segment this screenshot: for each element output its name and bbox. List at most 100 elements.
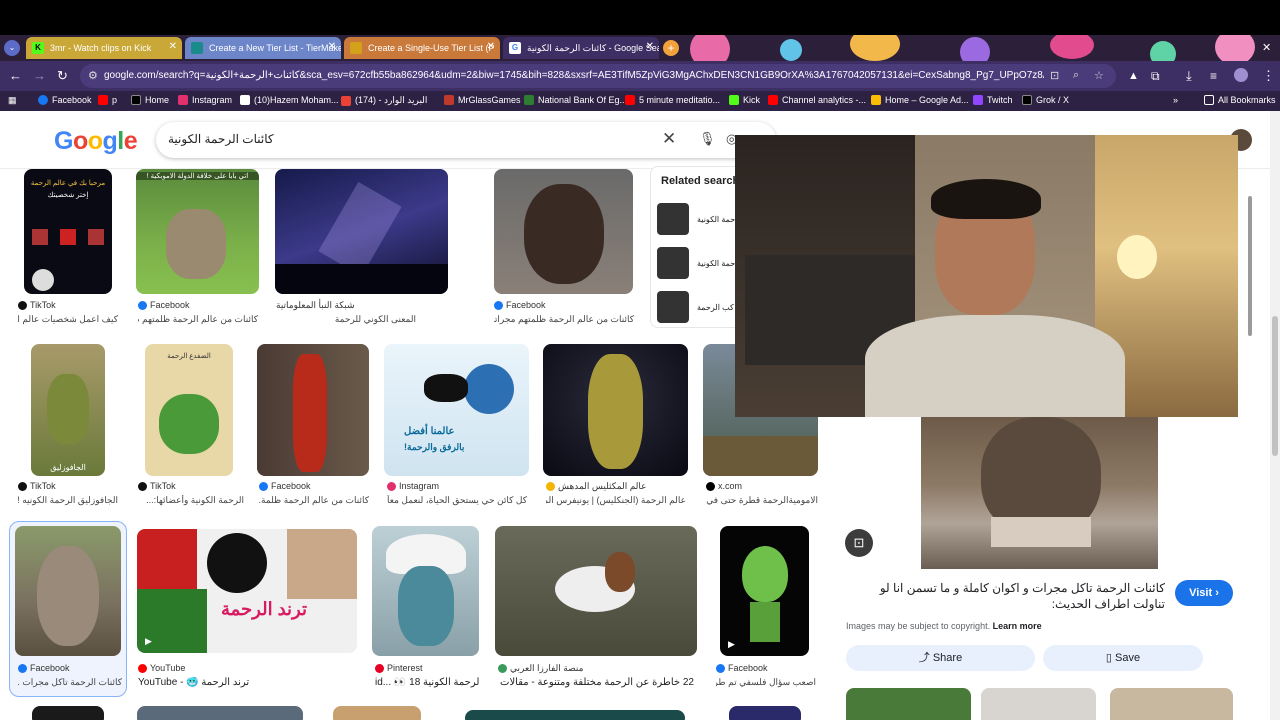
result-thumb-6[interactable]: الضفدع الرحمة — [145, 344, 233, 476]
panel-scrollbar[interactable] — [1246, 190, 1254, 710]
result-thumb-11[interactable] — [15, 526, 121, 656]
result-title[interactable]: كائنات من عالم الرحمة ظلمتهم مجراته... — [494, 314, 634, 325]
bookmark-twitch[interactable]: Twitch — [973, 95, 1013, 105]
bookmark-kick[interactable]: Kick — [729, 95, 760, 105]
result-thumb-9[interactable] — [543, 344, 688, 476]
bookmark-home[interactable]: Home — [131, 95, 169, 105]
preview-title[interactable]: كائنات الرحمة تاكل مجرات و اكوان كاملة و… — [845, 580, 1165, 612]
omnibox[interactable]: ⚙ google.com/search?q=كائنات+الرحمة+الكو… — [80, 64, 1116, 88]
result-thumb-14[interactable] — [495, 526, 697, 656]
close-tab-icon[interactable]: ✕ — [487, 41, 495, 52]
bookmark-grok[interactable]: Grok / X — [1022, 95, 1069, 105]
tab-google-search[interactable]: G كائنات الرحمة الكونية - Google Search … — [503, 37, 659, 59]
instagram-icon — [178, 95, 188, 105]
lens-search-icon[interactable]: ⊡ — [845, 529, 873, 557]
tab-search-menu-icon[interactable]: ⌄ — [4, 40, 20, 56]
bookmark-channel-analytics[interactable]: Channel analytics -... — [768, 95, 866, 105]
result-thumb-12[interactable]: ترند الرحمة ▶ — [137, 529, 357, 653]
result-source: YouTube — [138, 663, 185, 673]
result-title[interactable]: كائنات من عالم الرحمة ظلمتهم م... — [138, 314, 258, 325]
learn-more-link[interactable]: Learn more — [993, 621, 1042, 631]
site-icon — [546, 482, 555, 491]
bookmark-gmail[interactable]: (174) - البريد الوارد — [341, 95, 427, 106]
result-title[interactable]: id... 👀 الرحمة الكونية 18 — [375, 677, 479, 688]
tab-tiermaker-single[interactable]: Create a Single-Use Tier List (P ✕ — [344, 37, 500, 59]
thumb-text: بالرفق والرحمة! — [404, 442, 465, 452]
result-thumb-1[interactable]: مرحبا بك في عالم الرحمة إختر شخصيتك — [24, 169, 112, 294]
tab-tiermaker-new[interactable]: Create a New Tier List - TierMaker ✕ — [185, 37, 341, 59]
bookmark-mrglassgames[interactable]: MrGlassGames — [444, 95, 521, 105]
result-title[interactable]: المعنى الكوني للرحمة — [276, 314, 416, 325]
bookmark-meditation[interactable]: 5 minute meditatio... — [625, 95, 720, 105]
close-tab-icon[interactable]: ✕ — [328, 41, 336, 52]
reload-icon[interactable]: ↻ — [57, 68, 68, 84]
forward-icon[interactable]: → — [33, 68, 46, 84]
result-title[interactable]: 22 خاطرة عن الرحمة مختلفة ومتنوعة - مقال… — [498, 677, 694, 688]
result-thumb-partial[interactable] — [32, 706, 104, 720]
related-image-thumb[interactable] — [846, 688, 971, 720]
more-bookmarks-icon[interactable]: » — [1173, 95, 1178, 105]
result-title[interactable]: YouTube - 🥶 ترند الرحمة — [138, 677, 308, 688]
bookmark-instagram[interactable]: Instagram — [178, 95, 232, 105]
bookmark-facebook[interactable]: Facebook — [38, 95, 92, 105]
result-thumb-4[interactable] — [494, 169, 633, 294]
extension-icon[interactable]: ▲ — [1128, 68, 1139, 84]
share-button[interactable]: ⤴ Share — [846, 645, 1035, 671]
result-title[interactable]: كائنات من عالم الرحمة ظلمة... — [259, 495, 369, 506]
visit-button[interactable]: Visit › — [1175, 580, 1233, 606]
page-scrollbar[interactable] — [1270, 111, 1280, 720]
extensions-puzzle-icon[interactable]: ⧉ — [1151, 68, 1160, 84]
download-icon[interactable]: ⤓ — [1186, 68, 1192, 84]
result-title[interactable]: الرحمة الكونية وأعضائها:... — [138, 495, 244, 506]
close-tab-icon[interactable]: ✕ — [169, 41, 177, 52]
result-thumb-partial[interactable] — [137, 706, 303, 720]
result-thumb-3[interactable] — [275, 169, 448, 294]
url-text[interactable]: google.com/search?q=كائنات+الرحمة+الكوني… — [104, 70, 1044, 81]
browser-menu-icon[interactable]: ⋮ — [1262, 68, 1275, 84]
bookmark-google-ads[interactable]: Home – Google Ad... — [871, 95, 969, 105]
thumb-text: الضفدع الرحمة — [167, 353, 211, 360]
x-icon — [131, 95, 141, 105]
new-tab-button[interactable]: + — [663, 40, 679, 56]
mic-icon[interactable]: 🎙 — [699, 131, 716, 147]
result-thumb-8[interactable]: عالمنا أفضل بالرفق والرحمة! — [384, 344, 529, 476]
result-title[interactable]: كيف اعمل شخصيات عالم ا... — [18, 314, 118, 325]
tab-kick[interactable]: K 3mr - Watch clips on Kick ✕ — [26, 37, 182, 59]
result-title[interactable]: عالم الرحمة (الجنكليس) | يونيفرس المو... — [546, 495, 686, 506]
search-box[interactable]: كائنات الرحمة الكونية ✕ 🎙 ◎ — [156, 122, 776, 158]
result-thumb-13[interactable] — [372, 526, 479, 656]
result-thumb-partial[interactable] — [465, 710, 685, 720]
result-thumb-15[interactable]: ▶ — [720, 526, 809, 656]
all-bookmarks[interactable]: All Bookmarks — [1204, 95, 1276, 105]
result-title[interactable]: الجافوزليق الرحمة الكونيه !... — [18, 495, 118, 506]
related-image-thumb[interactable] — [981, 688, 1096, 720]
search-input[interactable]: كائنات الرحمة الكونية — [168, 132, 274, 146]
related-image-thumb[interactable] — [1110, 688, 1233, 720]
close-tab-icon[interactable]: ✕ — [646, 41, 654, 52]
site-info-icon[interactable]: ⚙ — [88, 69, 98, 82]
back-icon[interactable]: ← — [9, 68, 22, 84]
result-title[interactable]: الاموميةالرحمة قطرة حتى في... — [706, 495, 818, 506]
google-logo[interactable]: Google — [54, 127, 138, 156]
bookmark-star-icon[interactable]: ☆ — [1094, 69, 1104, 82]
result-title[interactable]: اصعب سؤال فلسفي تم طر... — [716, 677, 816, 688]
translate-icon[interactable]: ⊡ — [1050, 69, 1059, 82]
result-thumb-5[interactable]: الجافوزليق — [31, 344, 105, 476]
result-title[interactable]: كل كائن حي يستحق الحياة، لنعمل معاً لـ..… — [387, 495, 527, 506]
bookmark-hazem[interactable]: (10)Hazem Moham... — [240, 95, 339, 105]
result-thumb-7[interactable] — [257, 344, 369, 476]
clear-icon[interactable]: ✕ — [662, 129, 676, 149]
bookmark-p[interactable]: p — [98, 95, 117, 105]
profile-icon[interactable] — [1234, 68, 1248, 82]
result-thumb-2[interactable]: اتي بابا على خلافة الدولة الاموبكية ! — [136, 169, 259, 294]
preview-image[interactable] — [921, 417, 1158, 569]
zoom-icon[interactable]: ⌕ — [1073, 69, 1079, 82]
result-title[interactable]: كائنات الرحمة تاكل مجرات ... — [18, 677, 122, 688]
save-button[interactable]: ▯ Save — [1043, 645, 1203, 671]
bookmark-nbe[interactable]: National Bank Of Eg... — [524, 95, 627, 105]
apps-icon[interactable]: ▦ — [8, 95, 17, 106]
close-window-icon[interactable]: ✕ — [1262, 41, 1271, 54]
result-thumb-partial[interactable] — [729, 706, 801, 720]
result-thumb-partial[interactable] — [333, 706, 421, 720]
media-control-icon[interactable]: ≡ — [1210, 68, 1217, 84]
